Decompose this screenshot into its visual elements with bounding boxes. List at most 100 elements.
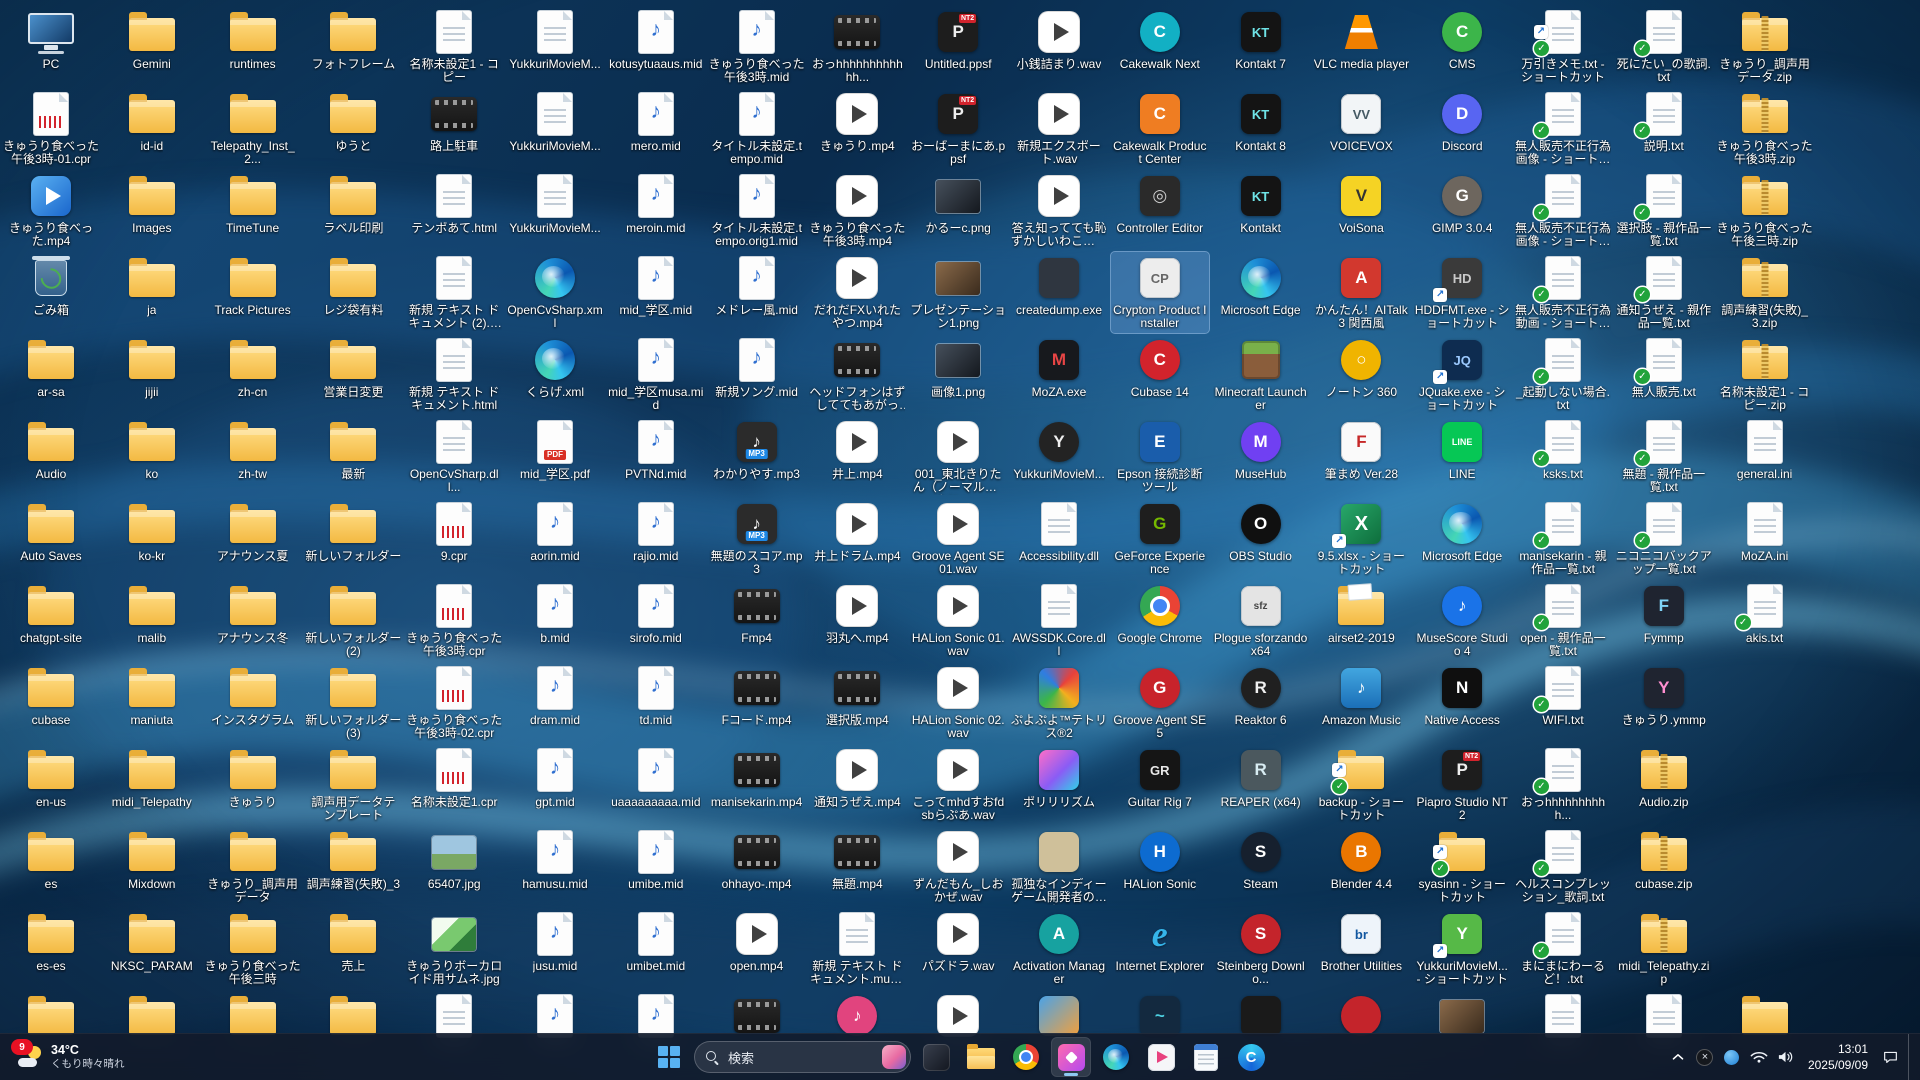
desktop-icon[interactable]: こってmhdすおfdsbらぷあ.wav xyxy=(909,744,1007,825)
desktop-icon[interactable]: ♪タイトル未設定.tempo.orig1.mid xyxy=(708,170,806,251)
desktop-icon[interactable]: ポリリリズム xyxy=(1010,744,1108,811)
tray-app-x[interactable]: × xyxy=(1696,1042,1714,1072)
desktop-icon[interactable]: ♪umibe.mid xyxy=(607,826,705,893)
desktop-icon[interactable]: くらげ.xml xyxy=(506,334,604,401)
desktop-icon[interactable]: テンポあて.html xyxy=(405,170,503,237)
desktop-icon[interactable]: MMuseHub xyxy=(1212,416,1310,483)
desktop-icon[interactable]: es-es xyxy=(2,908,100,975)
desktop-icon[interactable]: 新規 テキスト ドキュメント.musicxml xyxy=(808,908,906,989)
desktop-icon[interactable]: KTKontakt 8 xyxy=(1212,88,1310,155)
desktop-icon[interactable]: HD↗HDDFMT.exe - ショートカット xyxy=(1413,252,1511,333)
desktop-icon[interactable]: CCMS xyxy=(1413,6,1511,73)
desktop-icon[interactable]: OpenCvSharp.dll... xyxy=(405,416,503,497)
desktop-icon[interactable]: ✓説明.txt xyxy=(1615,88,1713,155)
desktop-icon[interactable]: HALion Sonic 01.wav xyxy=(909,580,1007,661)
taskbar-search[interactable]: 検索 xyxy=(694,1041,911,1073)
desktop-icon[interactable]: eInternet Explorer xyxy=(1111,908,1209,975)
desktop-icon[interactable]: zh-cn xyxy=(204,334,302,401)
desktop-icon[interactable]: en-us xyxy=(2,744,100,811)
desktop-icon[interactable]: PNT2Untitled.ppsf xyxy=(909,6,1007,73)
desktop-icon[interactable]: ✓ニコニコバックアップ一覧.txt xyxy=(1615,498,1713,579)
desktop-icon[interactable]: VLC media player xyxy=(1312,6,1410,73)
desktop-icon[interactable]: ♪rajio.mid xyxy=(607,498,705,565)
desktop-icon[interactable]: 羽丸へ.mp4 xyxy=(808,580,906,647)
desktop-icon[interactable]: アナウンス冬 xyxy=(204,580,302,647)
desktop-icon[interactable]: ♪aorin.mid xyxy=(506,498,604,565)
desktop-icon[interactable]: Y↗YukkuriMovieM... - ショートカット xyxy=(1413,908,1511,989)
desktop-icon[interactable]: ✓_起動しない場合.txt xyxy=(1514,334,1612,415)
desktop-icon[interactable]: ✓akis.txt xyxy=(1716,580,1814,647)
desktop-icon[interactable]: PNT2Piapro Studio NT2 xyxy=(1413,744,1511,825)
desktop-icon[interactable]: ♪mid_学区musa.mid xyxy=(607,334,705,415)
desktop-icon[interactable]: SSteinberg Downlo... xyxy=(1212,908,1310,989)
desktop-icon[interactable]: 無題.mp4 xyxy=(808,826,906,893)
desktop-icon[interactable]: ♪td.mid xyxy=(607,662,705,729)
desktop-icon[interactable]: ✓manisekarin - 親作品一覧.txt xyxy=(1514,498,1612,579)
notification-center-button[interactable] xyxy=(1881,1042,1899,1072)
desktop-icon[interactable]: HALion Sonic 02.wav xyxy=(909,662,1007,743)
desktop-icon[interactable]: PDFmid_学区.pdf xyxy=(506,416,604,483)
desktop-icon[interactable]: GRGuitar Rig 7 xyxy=(1111,744,1209,811)
desktop-icon[interactable]: ja xyxy=(103,252,201,319)
desktop-icon[interactable]: Track Pictures xyxy=(204,252,302,319)
desktop-icon[interactable]: GGroove Agent SE 5 xyxy=(1111,662,1209,743)
desktop-icon[interactable]: ♪sirofo.mid xyxy=(607,580,705,647)
desktop-icon[interactable]: Groove Agent SE 01.wav xyxy=(909,498,1007,579)
desktop-icon[interactable]: runtimes xyxy=(204,6,302,73)
desktop-icon[interactable]: プレゼンテーション1.png xyxy=(909,252,1007,333)
taskbar-pink-voice-app-button[interactable] xyxy=(1051,1037,1091,1077)
desktop-icon[interactable]: きゅうり_調声用データ xyxy=(204,826,302,907)
desktop-icon[interactable]: midi_Telepathy.zip xyxy=(1615,908,1713,989)
desktop-icon[interactable]: ♪jusu.mid xyxy=(506,908,604,975)
desktop-icon[interactable]: パズドラ.wav xyxy=(909,908,1007,975)
desktop-icon[interactable]: おっhhhhhhhhhhhh... xyxy=(808,6,906,87)
desktop-icon[interactable]: JQ↗JQuake.exe - ショートカット xyxy=(1413,334,1511,415)
desktop-icon[interactable]: 名称未設定1 - コピー xyxy=(405,6,503,87)
desktop-icon[interactable]: Accessibility.dll xyxy=(1010,498,1108,565)
desktop-icon[interactable]: 新規エクスポート.wav xyxy=(1010,88,1108,169)
desktop-icon[interactable]: ♪mid_学区.mid xyxy=(607,252,705,319)
desktop-icon[interactable]: ✓まにまにわーるど！.txt xyxy=(1514,908,1612,989)
desktop-icon[interactable]: ↗✓backup - ショートカット xyxy=(1312,744,1410,825)
desktop-icon[interactable]: ♪タイトル未設定.tempo.mid xyxy=(708,88,806,169)
desktop-icon[interactable]: ✓ヘルスコンプレッション_歌詞.txt xyxy=(1514,826,1612,907)
desktop-icon[interactable]: ♪hamusu.mid xyxy=(506,826,604,893)
desktop-icon[interactable]: ♪Amazon Music xyxy=(1312,662,1410,729)
desktop-icon[interactable]: Fコード.mp4 xyxy=(708,662,806,729)
desktop-icon[interactable]: midi_Telepathy xyxy=(103,744,201,811)
desktop-icon[interactable]: CCubase 14 xyxy=(1111,334,1209,401)
desktop-icon[interactable]: AActivation Manager xyxy=(1010,908,1108,989)
desktop-icon[interactable]: jijii xyxy=(103,334,201,401)
network-indicator[interactable] xyxy=(1750,1042,1768,1072)
taskbar-microsoft-edge-button[interactable] xyxy=(1096,1037,1136,1077)
desktop-icon[interactable]: ✓無題 - 親作品一覧.txt xyxy=(1615,416,1713,497)
desktop-icon[interactable]: Audio.zip xyxy=(1615,744,1713,811)
taskbar-media-player-button[interactable] xyxy=(1141,1037,1181,1077)
desktop-icon[interactable]: ↗✓syasinn - ショートカット xyxy=(1413,826,1511,907)
desktop-icon[interactable]: ✓無人販売不正行為画像 - ショートカット xyxy=(1514,170,1612,251)
desktop-icon[interactable]: ずんだもん_しおかぜ.wav xyxy=(909,826,1007,907)
desktop-icon[interactable]: chatgpt-site xyxy=(2,580,100,647)
desktop-icon[interactable]: EEpson 接続診断ツール xyxy=(1111,416,1209,497)
hidden-icons-chevron[interactable] xyxy=(1669,1042,1687,1072)
desktop-icon[interactable]: SSteam xyxy=(1212,826,1310,893)
taskbar-google-chrome-button[interactable] xyxy=(1006,1037,1046,1077)
desktop-icon[interactable]: zh-tw xyxy=(204,416,302,483)
desktop-icon[interactable]: ○ノートン 360 xyxy=(1312,334,1410,401)
desktop-icon[interactable]: 新規 テキスト ドキュメント (2).html xyxy=(405,252,503,333)
desktop-icon[interactable]: ぷよぷよ™テトリス®2 xyxy=(1010,662,1108,743)
desktop-icon[interactable]: AWSSDK.Core.dll xyxy=(1010,580,1108,661)
desktop-icon[interactable]: Images xyxy=(103,170,201,237)
desktop-icon[interactable]: 調声練習(失敗)_3.zip xyxy=(1716,252,1814,333)
desktop-icon[interactable]: ✓選択肢 - 親作品一覧.txt xyxy=(1615,170,1713,251)
desktop-icon[interactable]: ♪dram.mid xyxy=(506,662,604,729)
desktop-icon[interactable]: ヘッドフォンはずしててもあがった.mp4 xyxy=(808,334,906,415)
desktop-icon[interactable]: きゅうり食べった午後3時-01.cpr xyxy=(2,88,100,169)
desktop-icon[interactable]: YukkuriMovieM... xyxy=(506,6,604,73)
desktop-icon[interactable]: OOBS Studio xyxy=(1212,498,1310,565)
desktop-icon[interactable]: KTKontakt 7 xyxy=(1212,6,1310,73)
desktop-icon[interactable]: きゅうり食べった午後3時-02.cpr xyxy=(405,662,503,743)
desktop-icon[interactable]: 売上 xyxy=(304,908,402,975)
desktop-icon[interactable]: 新しいフォルダー (2) xyxy=(304,580,402,661)
desktop-icon-selected[interactable]: CPCrypton Product Installer xyxy=(1111,252,1209,333)
